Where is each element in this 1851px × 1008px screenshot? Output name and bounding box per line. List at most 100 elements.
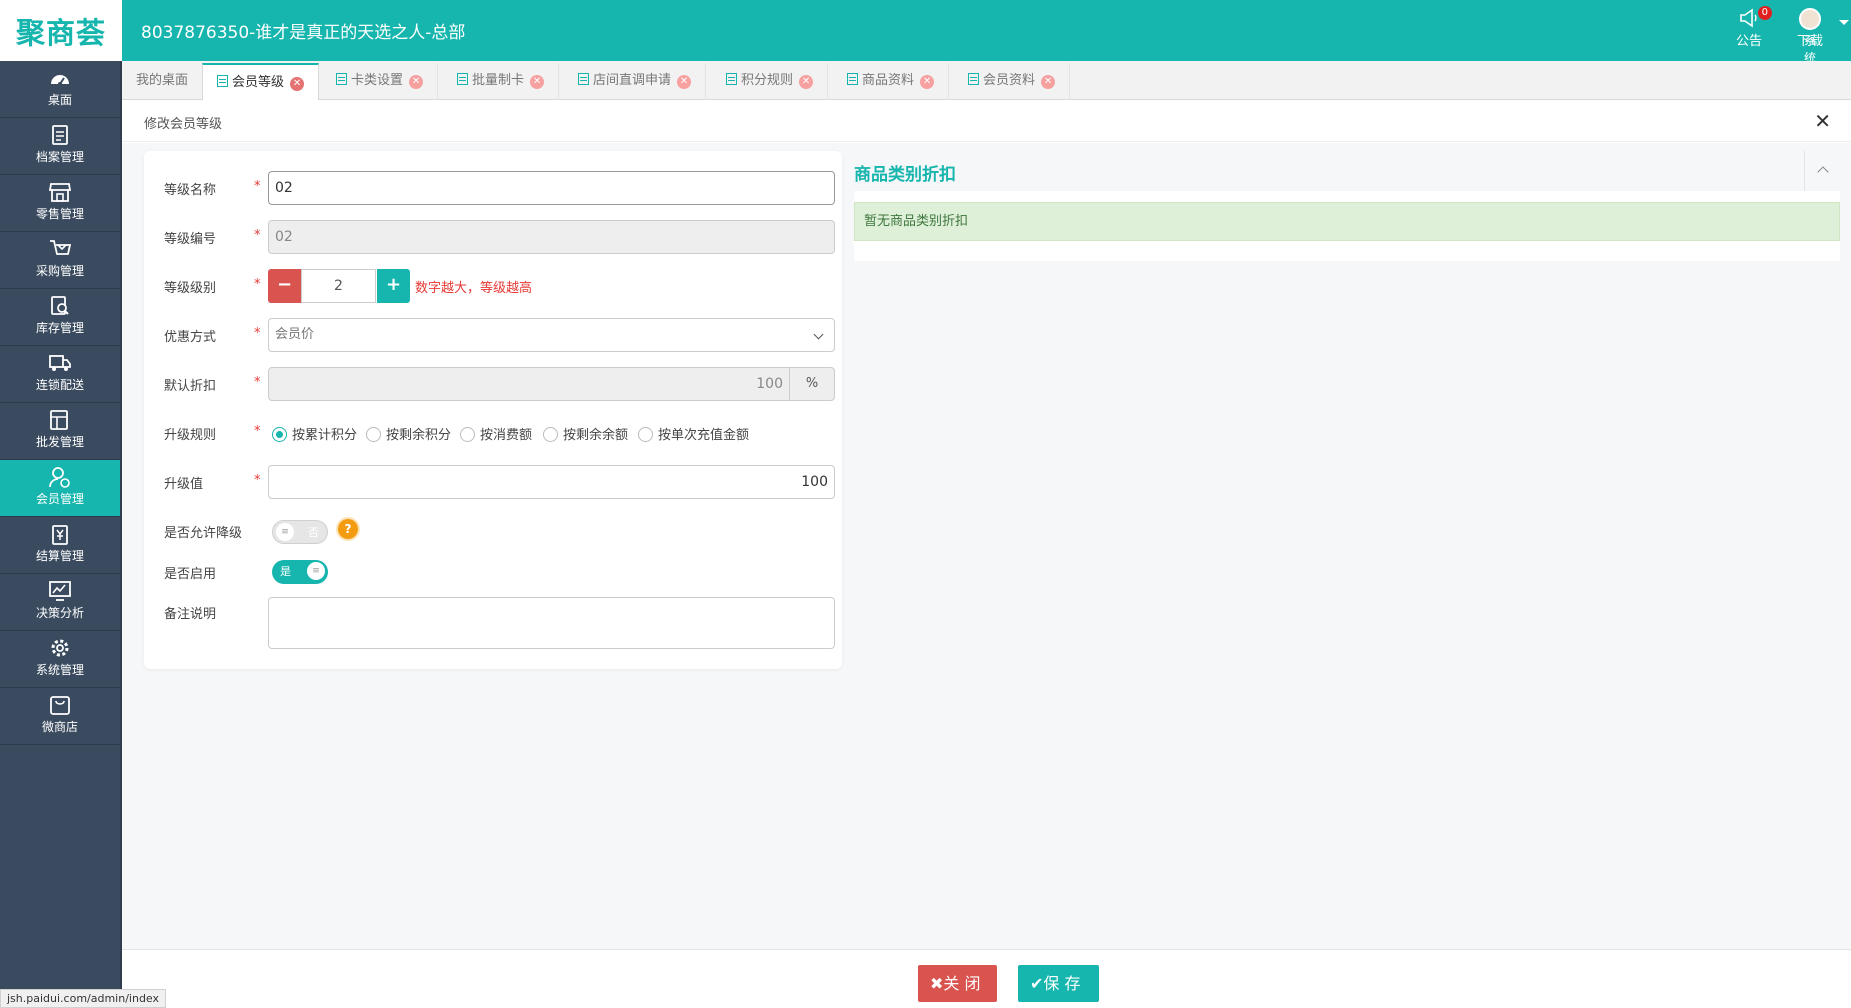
- save-button[interactable]: ✔保 存: [1018, 965, 1099, 1002]
- close-icon[interactable]: ✕: [920, 75, 935, 89]
- close-icon[interactable]: ✕: [530, 75, 545, 89]
- tab-label: 批量制卡: [472, 73, 525, 88]
- tab-batch-card[interactable]: 批量制卡 ✕: [443, 63, 560, 100]
- logo[interactable]: 聚商荟: [0, 0, 122, 61]
- tab-card-settings[interactable]: 卡类设置 ✕: [322, 63, 439, 100]
- level-rank-label: 等级级别: [164, 281, 217, 296]
- sidebar-item-system[interactable]: 系统管理: [0, 631, 120, 688]
- tab-product-data[interactable]: 商品资料 ✕: [833, 63, 950, 100]
- sidebar-item-retail[interactable]: 零售管理: [0, 175, 120, 232]
- notice-count-badge: 0: [1757, 6, 1773, 20]
- page-header: 修改会员等级 ✕: [122, 100, 1851, 142]
- enabled-toggle[interactable]: 是 ≡: [272, 560, 328, 584]
- category-discount-title: 商品类别折扣: [854, 165, 956, 185]
- sidebar-item-label: 档案管理: [35, 150, 84, 164]
- shop-bag-icon: [50, 696, 70, 715]
- close-icon[interactable]: ✕: [677, 75, 692, 89]
- close-icon[interactable]: ✕: [799, 75, 814, 89]
- close-icon[interactable]: ✕: [290, 77, 305, 91]
- allow-downgrade-toggle[interactable]: ≡ 否: [272, 520, 328, 544]
- upgrade-value-input[interactable]: 100: [268, 465, 835, 499]
- truck-icon: [49, 355, 71, 371]
- store-icon: [48, 183, 72, 202]
- tab-my-desktop[interactable]: 我的桌面: [122, 63, 204, 100]
- upgrade-value-label: 升级值: [164, 477, 204, 492]
- close-button[interactable]: ✖关 闭: [918, 965, 997, 1002]
- sidebar-item-desktop[interactable]: 桌面: [0, 61, 120, 118]
- radio-accumulated-points[interactable]: 按累计积分: [272, 424, 357, 443]
- sidebar-item-label: 决策分析: [35, 606, 84, 620]
- radio-dot: [366, 427, 381, 442]
- tab-label: 店间直调申请: [593, 73, 672, 88]
- sidebar-item-archive[interactable]: 档案管理: [0, 118, 120, 175]
- member-level-form: 等级名称 * 02 等级编号 * 02 等级级别 * − 2 + 数字越大，等级…: [144, 151, 842, 669]
- sidebar: 桌面 档案管理 零售管理 采购管理 库存管理 连锁配送 批发管理 会员管理 结算…: [0, 61, 122, 1008]
- radio-remaining-balance[interactable]: 按剩余余额: [543, 424, 628, 443]
- archive-icon: [52, 125, 68, 145]
- logo-text: 聚商荟: [15, 15, 106, 50]
- remark-textarea[interactable]: [268, 597, 835, 649]
- discount-method-select[interactable]: 会员价: [268, 318, 835, 352]
- level-rank-input[interactable]: 2: [301, 269, 376, 303]
- top-header: 聚商荟 8037876350-谁才是真正的天选之人-总部 0 公告 下载 系统管…: [0, 0, 1851, 116]
- tab-label: 会员资料: [983, 73, 1036, 88]
- remark-label: 备注说明: [164, 607, 217, 622]
- required-mark: *: [254, 277, 261, 292]
- chevron-down-icon[interactable]: [1839, 20, 1849, 25]
- help-icon[interactable]: ?: [338, 519, 358, 539]
- radio-label: 按剩余积分: [386, 428, 452, 443]
- close-icon[interactable]: ✕: [1814, 109, 1831, 133]
- sidebar-item-label: 系统管理: [35, 663, 84, 677]
- level-rank-hint: 数字越大，等级越高: [415, 281, 533, 296]
- tab-points-rules[interactable]: 积分规则 ✕: [712, 63, 829, 100]
- tab-member-level[interactable]: 会员等级 ✕: [202, 63, 320, 101]
- notice-button[interactable]: 0 公告: [1736, 6, 1773, 49]
- radio-dot: [638, 427, 653, 442]
- chevron-up-icon: [1817, 166, 1829, 178]
- sidebar-item-wholesale[interactable]: 批发管理: [0, 403, 120, 460]
- tab-member-data[interactable]: 会员资料 ✕: [954, 63, 1071, 100]
- sidebar-item-label: 采购管理: [35, 264, 84, 278]
- sidebar-item-microshop[interactable]: 微商店: [0, 688, 120, 745]
- sidebar-item-analysis[interactable]: 决策分析: [0, 574, 120, 631]
- analysis-icon: [49, 581, 71, 601]
- increment-button[interactable]: +: [377, 269, 410, 303]
- radio-single-recharge[interactable]: 按单次充值金额: [638, 424, 749, 443]
- gear-icon: [51, 639, 69, 657]
- enabled-label: 是否启用: [164, 567, 217, 582]
- decrement-button[interactable]: −: [268, 269, 301, 303]
- avatar: [1799, 8, 1821, 30]
- toggle-knob: ≡: [276, 523, 294, 541]
- member-icon: [49, 467, 70, 488]
- level-name-input[interactable]: 02: [268, 171, 835, 205]
- document-icon: [336, 73, 347, 85]
- radio-consumption[interactable]: 按消费额: [460, 424, 532, 443]
- sidebar-item-label: 库存管理: [35, 321, 84, 335]
- settlement-icon: [52, 525, 68, 545]
- document-icon: [847, 73, 858, 85]
- chevron-down-icon: [813, 329, 824, 340]
- sidebar-item-settlement[interactable]: 结算管理: [0, 517, 120, 574]
- default-discount-label: 默认折扣: [164, 379, 217, 394]
- tab-label: 卡类设置: [351, 73, 404, 88]
- document-icon: [217, 75, 228, 87]
- toggle-state: 否: [308, 526, 319, 539]
- close-icon[interactable]: ✕: [1041, 75, 1056, 89]
- collapse-button[interactable]: [1804, 151, 1840, 191]
- sidebar-item-inventory[interactable]: 库存管理: [0, 289, 120, 346]
- sidebar-item-member[interactable]: 会员管理: [0, 460, 120, 517]
- sidebar-item-distribution[interactable]: 连锁配送: [0, 346, 120, 403]
- tab-transfer-request[interactable]: 店间直调申请 ✕: [564, 63, 707, 100]
- radio-remaining-points[interactable]: 按剩余积分: [366, 424, 451, 443]
- document-icon: [726, 73, 737, 85]
- sidebar-item-label: 批发管理: [35, 435, 84, 449]
- sidebar-item-purchase[interactable]: 采购管理: [0, 232, 120, 289]
- radio-label: 按单次充值金额: [658, 428, 750, 443]
- close-icon[interactable]: ✕: [409, 75, 424, 89]
- tab-label: 会员等级: [232, 75, 285, 90]
- category-discount-header: 商品类别折扣: [854, 151, 1840, 191]
- sidebar-item-label: 桌面: [47, 93, 72, 107]
- radio-label: 按累计积分: [292, 428, 358, 443]
- tab-bar: 我的桌面 会员等级 ✕ 卡类设置 ✕ 批量制卡 ✕ 店间直调申请 ✕ 积分规则 ✕ 商品资…: [122, 61, 1851, 101]
- upgrade-rule-label: 升级规则: [164, 428, 217, 443]
